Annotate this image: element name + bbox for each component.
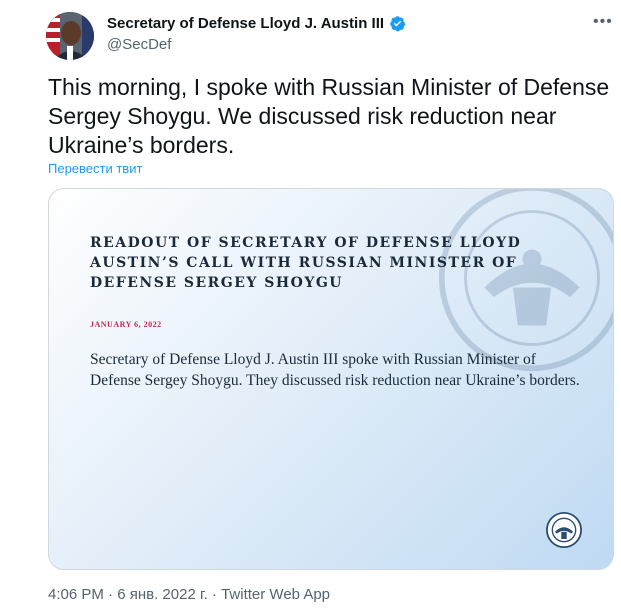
card-date: JANUARY 6, 2022 (90, 320, 162, 329)
avatar[interactable] (46, 12, 94, 60)
card-title: READOUT OF SECRETARY OF DEFENSE LLOYD AU… (90, 235, 522, 291)
avatar-portrait (46, 12, 94, 60)
card-body: Secretary of Defense Lloyd J. Austin III… (90, 351, 580, 389)
translate-link[interactable]: Перевести твит (48, 161, 142, 176)
department-of-defense-seal-icon (546, 512, 582, 548)
author-name[interactable]: Secretary of Defense Lloyd J. Austin III (107, 15, 384, 32)
media-card[interactable]: READOUT OF SECRETARY OF DEFENSE LLOYD AU… (48, 188, 614, 570)
more-icon[interactable]: ••• (593, 13, 613, 31)
verified-badge-icon (390, 16, 406, 32)
tweet-meta[interactable]: 4:06 PM · 6 янв. 2022 г. · Twitter Web A… (48, 586, 330, 603)
tweet-text: This morning, I spoke with Russian Minis… (48, 74, 610, 158)
author-handle[interactable]: @SecDef (107, 36, 171, 53)
author-name-row[interactable]: Secretary of Defense Lloyd J. Austin III (107, 15, 406, 32)
